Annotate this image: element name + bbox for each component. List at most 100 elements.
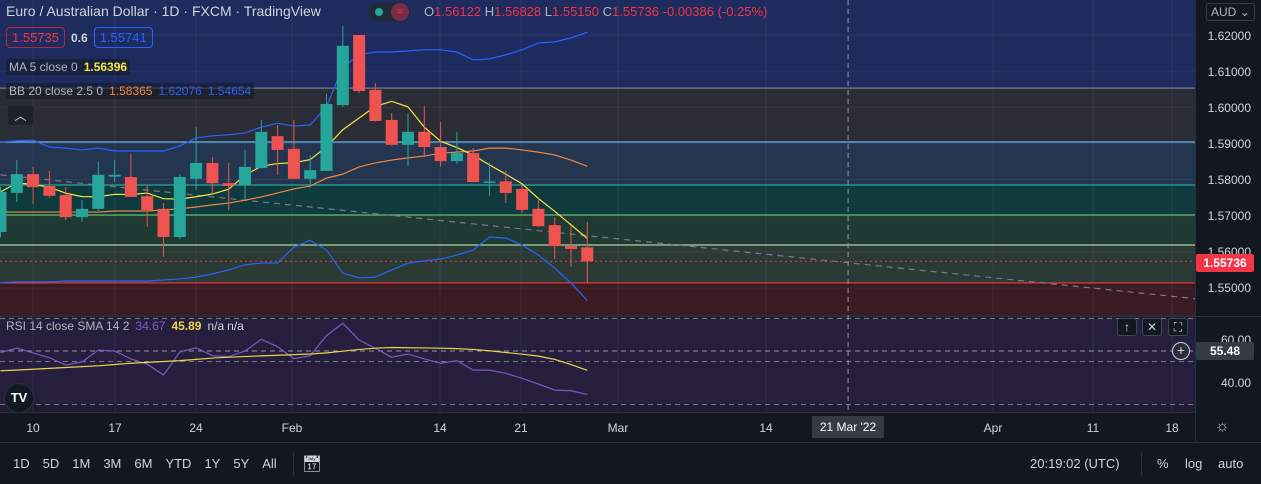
candle-up — [320, 104, 333, 171]
rsi-legend[interactable]: RSI 14 close SMA 14 2 34.67 45.89 n/a n/… — [6, 319, 244, 333]
price-tick: 1.55000 — [1207, 281, 1251, 295]
candle-up — [0, 191, 7, 232]
price-tick: 1.59000 — [1207, 137, 1251, 151]
time-axis[interactable]: 10 17 24 Feb 14 21 Mar 14 21 Mar '22 Apr… — [0, 412, 1195, 442]
candle-down — [499, 181, 512, 193]
bb-lower-value: 1.54654 — [207, 84, 252, 98]
trade-buttons: 1.55735 0.6 1.55741 — [6, 27, 153, 48]
price-tick: 1.57000 — [1207, 209, 1251, 223]
tradingview-logo[interactable]: TV — [4, 383, 34, 413]
divider — [1141, 452, 1142, 476]
log-toggle[interactable]: log — [1185, 456, 1202, 471]
candle-up — [336, 45, 349, 106]
chart-settings-icon[interactable]: ☼ — [1215, 418, 1230, 436]
rsi-na-1: n/a — [207, 319, 225, 333]
candle-up — [450, 153, 463, 162]
collapse-legend-button[interactable]: ︿ — [7, 105, 34, 126]
close-value: 1.55736 — [612, 4, 660, 19]
candle-down — [59, 195, 72, 218]
candle-down — [353, 35, 366, 92]
change-value: -0.00386 (-0.25%) — [662, 4, 768, 19]
range-3m[interactable]: 3M — [103, 456, 121, 471]
close-label: C — [602, 4, 613, 19]
auto-toggle[interactable]: auto — [1218, 456, 1243, 471]
time-tick: 18 — [1165, 421, 1179, 435]
candle-down — [27, 174, 40, 188]
candle-up — [10, 174, 23, 193]
move-pane-up-button[interactable]: ↑ — [1117, 318, 1137, 336]
candle-down — [418, 131, 431, 148]
candle-down — [548, 225, 561, 247]
chevron-up-icon: ︿ — [14, 109, 27, 123]
buy-button[interactable]: 1.55741 — [93, 27, 153, 48]
symbol-title-text: Euro / Australian Dollar · 1D · FXCM · T… — [6, 3, 321, 19]
candle-up — [173, 177, 186, 238]
ma-label: MA 5 close 0 — [9, 60, 78, 74]
candle-down — [124, 177, 137, 197]
add-plus-icon[interactable]: + — [1172, 342, 1190, 360]
open-label: O — [424, 4, 435, 19]
candle-up — [304, 170, 317, 179]
candle-down — [565, 246, 577, 249]
candle-up — [76, 208, 88, 218]
currency-label: AUD — [1211, 5, 1237, 19]
candle-up — [483, 181, 496, 183]
bottom-toolbar: 1D 5D 1M 3M 6M YTD 1Y 5Y All 📅︎ 20:19:02… — [0, 442, 1261, 484]
price-chart[interactable] — [0, 0, 1195, 412]
percent-toggle[interactable]: % — [1157, 456, 1169, 471]
candle-down — [43, 186, 56, 196]
ma-legend[interactable]: MA 5 close 0 1.56396 — [6, 59, 131, 75]
high-value: 1.56828 — [494, 4, 542, 19]
time-tick: 14 — [433, 421, 447, 435]
candle-up — [92, 174, 105, 209]
time-tick: 17 — [108, 421, 122, 435]
symbol-title[interactable]: Euro / Australian Dollar · 1D · FXCM · T… — [6, 3, 321, 19]
range-1d[interactable]: 1D — [13, 456, 30, 471]
price-tick: 1.60000 — [1207, 101, 1251, 115]
time-tick: 11 — [1086, 421, 1100, 435]
arrow-up-icon: ↑ — [1124, 320, 1130, 334]
fib-band — [0, 244, 1195, 283]
range-all[interactable]: All — [262, 456, 276, 471]
rsi-label: RSI 14 close SMA 14 2 — [6, 319, 130, 333]
maximize-icon: ⛶ — [1173, 320, 1183, 334]
divider — [292, 451, 294, 476]
currency-dropdown[interactable]: AUD ⌄ — [1206, 3, 1255, 21]
rsi-sma-value: 45.89 — [171, 319, 202, 333]
candle-down — [271, 136, 284, 150]
bb-basis-value: 1.58365 — [109, 84, 153, 98]
candle-down — [581, 247, 594, 262]
sell-button[interactable]: 1.55735 — [6, 27, 65, 48]
range-1y[interactable]: 1Y — [204, 456, 220, 471]
go-to-date-icon[interactable]: 📅︎ — [302, 454, 322, 474]
candle-down — [385, 119, 398, 145]
chevron-down-icon: ⌄ — [1239, 5, 1250, 19]
candle-down — [516, 188, 529, 210]
rsi-value: 34.67 — [135, 319, 166, 333]
rsi-na-2: n/a — [227, 319, 244, 333]
candle-down — [157, 208, 170, 238]
market-status-toggle[interactable]: ≈ — [368, 3, 410, 21]
low-value: 1.55150 — [552, 4, 599, 19]
candle-down — [467, 153, 480, 183]
candle-down — [532, 208, 545, 227]
wave-icon: ≈ — [391, 3, 409, 21]
candle-down — [141, 196, 154, 210]
range-6m[interactable]: 6M — [134, 456, 152, 471]
price-tick: 1.58000 — [1207, 173, 1251, 187]
clock[interactable]: 20:19:02 (UTC) — [1030, 456, 1120, 471]
range-5d[interactable]: 5D — [43, 456, 60, 471]
range-5y[interactable]: 5Y — [233, 456, 249, 471]
close-pane-button[interactable]: ✕ — [1142, 318, 1162, 336]
range-1m[interactable]: 1M — [72, 456, 90, 471]
price-axis[interactable]: AUD ⌄ 1.62000 1.61000 1.60000 1.59000 1.… — [1195, 0, 1261, 442]
candle-down — [206, 162, 219, 184]
bb-upper-value: 1.62076 — [158, 84, 202, 98]
maximize-pane-button[interactable]: ⛶ — [1168, 318, 1188, 336]
candle-up — [255, 131, 268, 168]
candle-up — [402, 131, 414, 145]
price-tick: 1.62000 — [1207, 29, 1251, 43]
range-ytd[interactable]: YTD — [165, 456, 191, 471]
bb-legend[interactable]: BB 20 close 2.5 0 1.58365 1.62076 1.5465… — [6, 83, 255, 99]
time-tick: Feb — [281, 421, 303, 435]
